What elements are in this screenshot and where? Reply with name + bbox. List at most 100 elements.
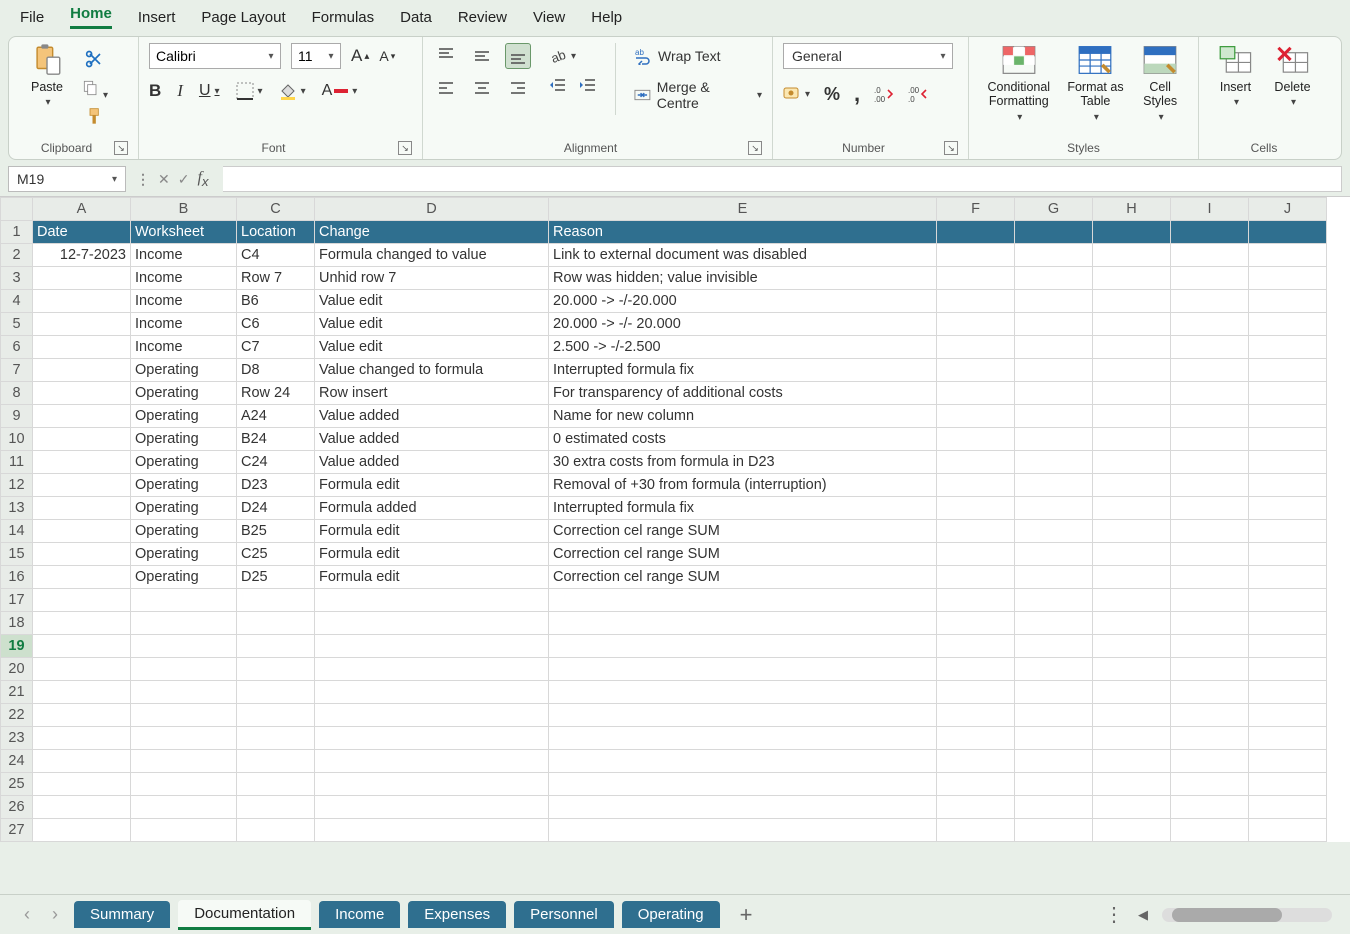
font-name-select[interactable]: ▾ [149, 43, 281, 69]
cell-I25[interactable] [1171, 773, 1249, 796]
row-header-6[interactable]: 6 [1, 336, 33, 359]
cell-B8[interactable]: Operating [131, 382, 237, 405]
row-header-14[interactable]: 14 [1, 520, 33, 543]
cell-F8[interactable] [937, 382, 1015, 405]
cell-I9[interactable] [1171, 405, 1249, 428]
column-header-J[interactable]: J [1249, 198, 1327, 221]
cell-E12[interactable]: Removal of +30 from formula (interruptio… [549, 474, 937, 497]
cell-C16[interactable]: D25 [237, 566, 315, 589]
cell-H12[interactable] [1093, 474, 1171, 497]
cell-B21[interactable] [131, 681, 237, 704]
cell-G21[interactable] [1015, 681, 1093, 704]
cell-B9[interactable]: Operating [131, 405, 237, 428]
cell-A2[interactable]: 12-7-2023 [33, 244, 131, 267]
font-name-input[interactable] [150, 44, 262, 68]
sheet-tab-operating[interactable]: Operating [622, 901, 720, 928]
cell-H14[interactable] [1093, 520, 1171, 543]
cell-E8[interactable]: For transparency of additional costs [549, 382, 937, 405]
cell-D4[interactable]: Value edit [315, 290, 549, 313]
menu-item-file[interactable]: File [20, 9, 44, 26]
cell-C12[interactable]: D23 [237, 474, 315, 497]
add-sheet-button[interactable]: + [730, 904, 763, 926]
column-header-I[interactable]: I [1171, 198, 1249, 221]
spreadsheet-grid[interactable]: ABCDEFGHIJ1DateWorksheetLocationChangeRe… [0, 196, 1350, 842]
cell-E13[interactable]: Interrupted formula fix [549, 497, 937, 520]
cell-I5[interactable] [1171, 313, 1249, 336]
cell-B5[interactable]: Income [131, 313, 237, 336]
cell-J10[interactable] [1249, 428, 1327, 451]
sheet-tab-summary[interactable]: Summary [74, 901, 170, 928]
cell-D12[interactable]: Formula edit [315, 474, 549, 497]
cell-E10[interactable]: 0 estimated costs [549, 428, 937, 451]
row-header-15[interactable]: 15 [1, 543, 33, 566]
merge-centre-button[interactable]: Merge & Centre ▾ [634, 79, 762, 111]
cell-A15[interactable] [33, 543, 131, 566]
cell-I22[interactable] [1171, 704, 1249, 727]
cell-J14[interactable] [1249, 520, 1327, 543]
cell-A21[interactable] [33, 681, 131, 704]
cell-G3[interactable] [1015, 267, 1093, 290]
row-header-18[interactable]: 18 [1, 612, 33, 635]
cell-G1[interactable] [1015, 221, 1093, 244]
dialog-launcher-icon[interactable]: ↘ [944, 141, 958, 155]
cell-A27[interactable] [33, 819, 131, 842]
fill-color-button[interactable]: ▾ [279, 82, 306, 100]
column-header-D[interactable]: D [315, 198, 549, 221]
cell-A22[interactable] [33, 704, 131, 727]
cell-F24[interactable] [937, 750, 1015, 773]
cell-D16[interactable]: Formula edit [315, 566, 549, 589]
decrease-indent-button[interactable] [549, 77, 567, 95]
row-header-24[interactable]: 24 [1, 750, 33, 773]
cell-E27[interactable] [549, 819, 937, 842]
cell-C17[interactable] [237, 589, 315, 612]
cell-C9[interactable]: A24 [237, 405, 315, 428]
cell-B7[interactable]: Operating [131, 359, 237, 382]
cell-B25[interactable] [131, 773, 237, 796]
cancel-formula-button[interactable]: ✕ [158, 171, 170, 188]
cell-I2[interactable] [1171, 244, 1249, 267]
cell-A4[interactable] [33, 290, 131, 313]
cell-J9[interactable] [1249, 405, 1327, 428]
align-middle-button[interactable] [469, 43, 495, 69]
cell-F21[interactable] [937, 681, 1015, 704]
borders-button[interactable]: ▾ [236, 82, 263, 100]
row-header-27[interactable]: 27 [1, 819, 33, 842]
cell-D17[interactable] [315, 589, 549, 612]
cell-G23[interactable] [1015, 727, 1093, 750]
cell-C18[interactable] [237, 612, 315, 635]
column-header-C[interactable]: C [237, 198, 315, 221]
cell-I27[interactable] [1171, 819, 1249, 842]
percent-button[interactable]: % [824, 84, 840, 105]
cell-I7[interactable] [1171, 359, 1249, 382]
cell-I4[interactable] [1171, 290, 1249, 313]
cell-E16[interactable]: Correction cel range SUM [549, 566, 937, 589]
cell-I20[interactable] [1171, 658, 1249, 681]
cell-J20[interactable] [1249, 658, 1327, 681]
row-header-11[interactable]: 11 [1, 451, 33, 474]
cell-J12[interactable] [1249, 474, 1327, 497]
cell-D2[interactable]: Formula changed to value [315, 244, 549, 267]
cell-F17[interactable] [937, 589, 1015, 612]
cell-E26[interactable] [549, 796, 937, 819]
cell-G11[interactable] [1015, 451, 1093, 474]
cell-D10[interactable]: Value added [315, 428, 549, 451]
cell-J19[interactable] [1249, 635, 1327, 658]
cell-G24[interactable] [1015, 750, 1093, 773]
cell-F2[interactable] [937, 244, 1015, 267]
cell-F9[interactable] [937, 405, 1015, 428]
row-header-1[interactable]: 1 [1, 221, 33, 244]
row-header-5[interactable]: 5 [1, 313, 33, 336]
cell-G13[interactable] [1015, 497, 1093, 520]
cell-H25[interactable] [1093, 773, 1171, 796]
cell-J2[interactable] [1249, 244, 1327, 267]
cell-G12[interactable] [1015, 474, 1093, 497]
cell-H22[interactable] [1093, 704, 1171, 727]
cell-D3[interactable]: Unhid row 7 [315, 267, 549, 290]
cell-F3[interactable] [937, 267, 1015, 290]
cell-C15[interactable]: C25 [237, 543, 315, 566]
cell-E5[interactable]: 20.000 -> -/- 20.000 [549, 313, 937, 336]
cell-J15[interactable] [1249, 543, 1327, 566]
cell-C24[interactable] [237, 750, 315, 773]
cell-F12[interactable] [937, 474, 1015, 497]
cell-E25[interactable] [549, 773, 937, 796]
